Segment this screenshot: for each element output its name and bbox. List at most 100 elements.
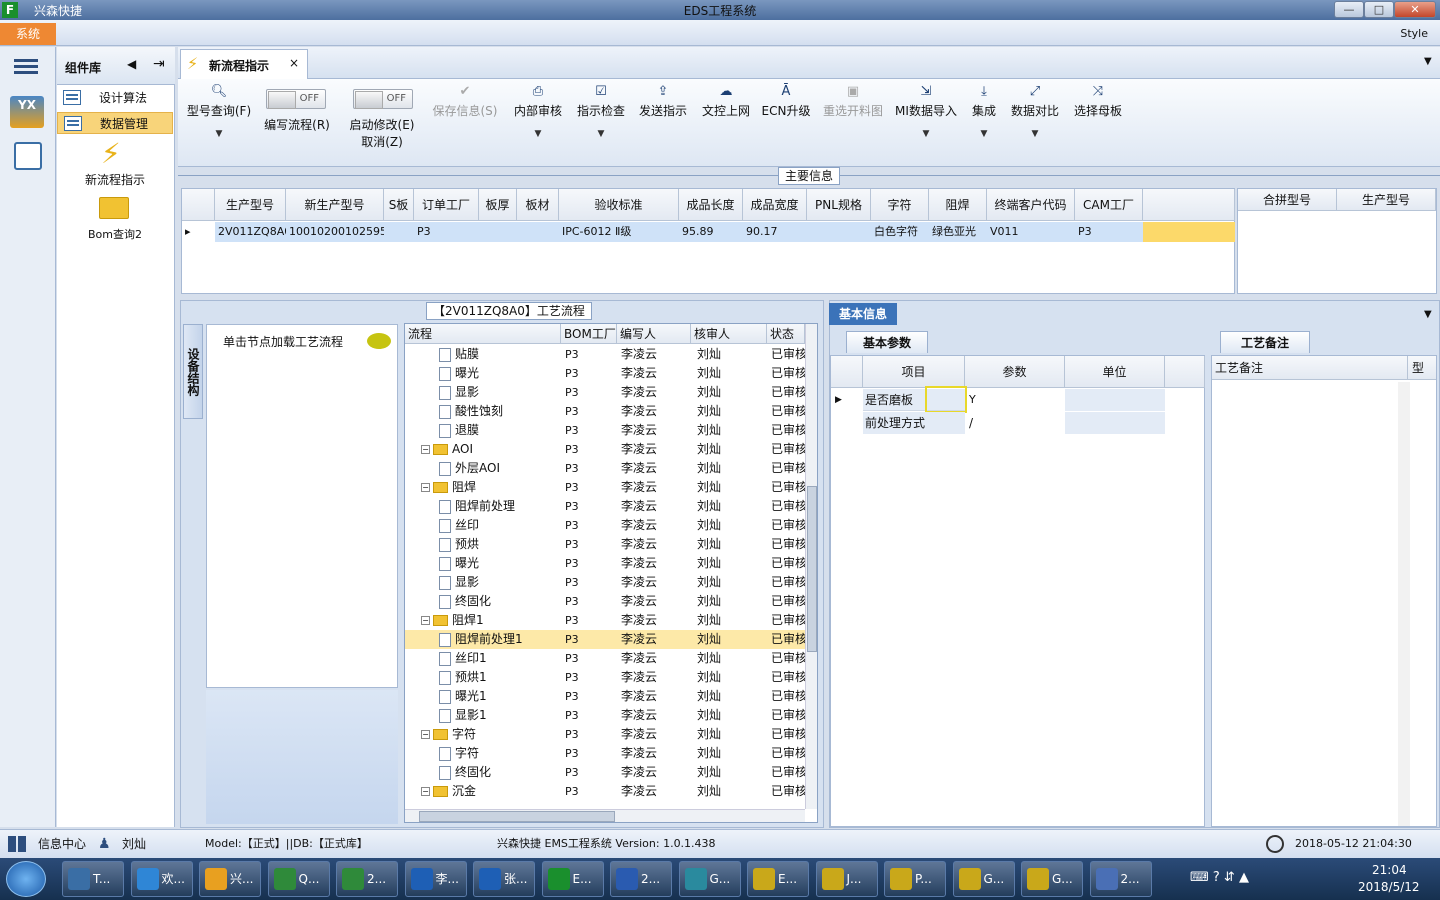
- doc-upload-button[interactable]: ☁ 文控上网: [698, 84, 754, 119]
- tree-row[interactable]: 显影 P3 李凌云 刘灿 已审核: [405, 383, 805, 402]
- bom-query-item[interactable]: Bom查询2: [57, 226, 173, 242]
- pin-icon[interactable]: ⇥: [153, 56, 165, 72]
- reselect-cutting-button[interactable]: ▣ 重选开料图: [818, 84, 888, 119]
- ecn-upgrade-button[interactable]: Ā ECN升级: [760, 84, 812, 119]
- tree-row[interactable]: 曝光 P3 李凌云 刘灿 已审核: [405, 554, 805, 573]
- taskbar-button[interactable]: G...: [678, 861, 741, 897]
- tree-node[interactable]: 外层AOI: [439, 459, 561, 478]
- minimize-button[interactable]: —: [1334, 1, 1364, 18]
- instruction-check-button[interactable]: ☑ 指示检查 ▼: [573, 84, 629, 139]
- grid-cell[interactable]: 10010200102595: [286, 222, 384, 242]
- tree-node[interactable]: 终固化: [439, 592, 561, 611]
- grid-cell[interactable]: P3: [414, 222, 479, 242]
- library-item-data-management[interactable]: 数据管理: [57, 112, 173, 134]
- tree-row[interactable]: 酸性蚀刻 P3 李凌云 刘灿 已审核: [405, 402, 805, 421]
- column-header[interactable]: S板: [384, 189, 414, 221]
- taskbar-button[interactable]: P...: [884, 861, 946, 897]
- grid-cell[interactable]: P3: [1075, 222, 1143, 242]
- tree-node[interactable]: 退膜: [439, 421, 561, 440]
- tab-basic-params[interactable]: 基本参数: [846, 331, 928, 353]
- start-modify-toggle[interactable]: OFF: [353, 89, 413, 109]
- tree-node[interactable]: 显影: [439, 383, 561, 402]
- scroll-thumb[interactable]: [807, 486, 817, 652]
- tree-row[interactable]: 曝光 P3 李凌云 刘灿 已审核: [405, 364, 805, 383]
- tree-node[interactable]: 丝印: [439, 516, 561, 535]
- tree-row[interactable]: 预烘 P3 李凌云 刘灿 已审核: [405, 535, 805, 554]
- collapse-icon[interactable]: −: [421, 787, 430, 796]
- column-header[interactable]: 成品宽度: [743, 189, 807, 221]
- tree-node[interactable]: 曝光: [439, 554, 561, 573]
- info-center[interactable]: 信息中心: [38, 830, 86, 858]
- taskbar-button[interactable]: G...: [1021, 861, 1083, 897]
- taskbar-button[interactable]: 欢...: [130, 861, 193, 897]
- grid-cell[interactable]: 95.89: [679, 222, 743, 242]
- tree-row[interactable]: 贴膜 P3 李凌云 刘灿 已审核: [405, 345, 805, 364]
- taskbar-button[interactable]: E...: [541, 861, 604, 897]
- lightning-icon[interactable]: ⚡: [101, 137, 121, 170]
- grid-cell[interactable]: [479, 222, 517, 242]
- grid-cell[interactable]: [384, 222, 414, 242]
- yx-app-icon[interactable]: YX: [10, 96, 44, 128]
- save-info-button[interactable]: ✔ 保存信息(S): [428, 84, 502, 119]
- param-unit[interactable]: [1065, 389, 1165, 411]
- edit-flow-toggle[interactable]: OFF: [266, 89, 326, 109]
- tree-node[interactable]: 显影1: [439, 706, 561, 725]
- calculator-icon[interactable]: [14, 142, 42, 170]
- column-header[interactable]: 验收标准: [559, 189, 679, 221]
- select-mother-board-button[interactable]: ⤨ 选择母板: [1068, 84, 1128, 119]
- column-header[interactable]: 状态: [767, 324, 805, 344]
- internal-review-button[interactable]: ⎙ 内部审核 ▼: [510, 84, 566, 139]
- tab-dropdown-icon[interactable]: ▼: [1424, 56, 1432, 67]
- hamburger-menu-icon[interactable]: [14, 56, 38, 76]
- tree-row[interactable]: − 阻焊 P3 李凌云 刘灿 已审核: [405, 478, 805, 497]
- tree-row[interactable]: 终固化 P3 李凌云 刘灿 已审核: [405, 592, 805, 611]
- tree-node[interactable]: 预烘1: [439, 668, 561, 687]
- scroll-thumb[interactable]: [419, 811, 615, 822]
- grid-cell[interactable]: [517, 222, 559, 242]
- tree-node[interactable]: 贴膜: [439, 345, 561, 364]
- cancel-label[interactable]: 取消(Z): [344, 133, 420, 150]
- tree-row[interactable]: − 字符 P3 李凌云 刘灿 已审核: [405, 725, 805, 744]
- tree-row[interactable]: 阻焊前处理 P3 李凌云 刘灿 已审核: [405, 497, 805, 516]
- tree-node[interactable]: 曝光1: [439, 687, 561, 706]
- notes-header-2[interactable]: 型: [1408, 356, 1436, 380]
- grid-cell[interactable]: IPC-6012 Ⅱ级: [559, 222, 679, 242]
- notes-scrollbar[interactable]: [1398, 382, 1410, 826]
- style-menu[interactable]: Style: [1400, 27, 1428, 40]
- grid-cell-highlight[interactable]: [1143, 222, 1235, 242]
- taskbar-button[interactable]: 2...: [336, 861, 398, 897]
- tree-row[interactable]: − 沉金 P3 李凌云 刘灿 已审核: [405, 782, 805, 801]
- grid-cell[interactable]: 绿色亚光: [929, 222, 987, 242]
- column-header[interactable]: 字符: [871, 189, 929, 221]
- tab-basic-info[interactable]: 基本信息: [829, 303, 897, 325]
- system-menu[interactable]: 系统: [0, 23, 56, 45]
- taskbar-button[interactable]: 张...: [473, 861, 535, 897]
- tree-row[interactable]: 外层AOI P3 李凌云 刘灿 已审核: [405, 459, 805, 478]
- tree-horizontal-scrollbar[interactable]: [405, 809, 805, 822]
- tree-node[interactable]: − 字符: [421, 725, 561, 744]
- tree-node[interactable]: 阻焊前处理1: [439, 630, 561, 649]
- taskbar-button[interactable]: 兴...: [199, 861, 261, 897]
- start-button[interactable]: [6, 861, 46, 897]
- close-window-button[interactable]: ✕: [1394, 1, 1436, 18]
- data-compare-button[interactable]: ⤢ 数据对比 ▼: [1008, 84, 1062, 139]
- tree-node[interactable]: − 沉金: [421, 782, 561, 801]
- column-header[interactable]: 阻焊: [929, 189, 987, 221]
- tree-node[interactable]: − 阻焊: [421, 478, 561, 497]
- column-header[interactable]: 生产型号: [215, 189, 286, 221]
- collapse-icon[interactable]: −: [421, 445, 430, 454]
- grid-cell[interactable]: [807, 222, 871, 242]
- device-structure-tab[interactable]: 设备结构: [183, 324, 203, 419]
- collapse-left-icon[interactable]: ◀: [127, 57, 136, 71]
- tree-row[interactable]: 显影 P3 李凌云 刘灿 已审核: [405, 573, 805, 592]
- taskbar-button[interactable]: 2...: [1089, 861, 1152, 897]
- tree-row[interactable]: − 阻焊1 P3 李凌云 刘灿 已审核: [405, 611, 805, 630]
- tab-process-notes[interactable]: 工艺备注: [1220, 331, 1310, 353]
- column-header[interactable]: 终端客户代码: [987, 189, 1075, 221]
- tree-row[interactable]: 丝印 P3 李凌云 刘灿 已审核: [405, 516, 805, 535]
- tree-node[interactable]: 曝光: [439, 364, 561, 383]
- taskbar-button[interactable]: T...: [62, 861, 124, 897]
- collapse-icon[interactable]: −: [421, 483, 430, 492]
- tree-node[interactable]: 显影: [439, 573, 561, 592]
- taskbar-button[interactable]: E...: [747, 861, 809, 897]
